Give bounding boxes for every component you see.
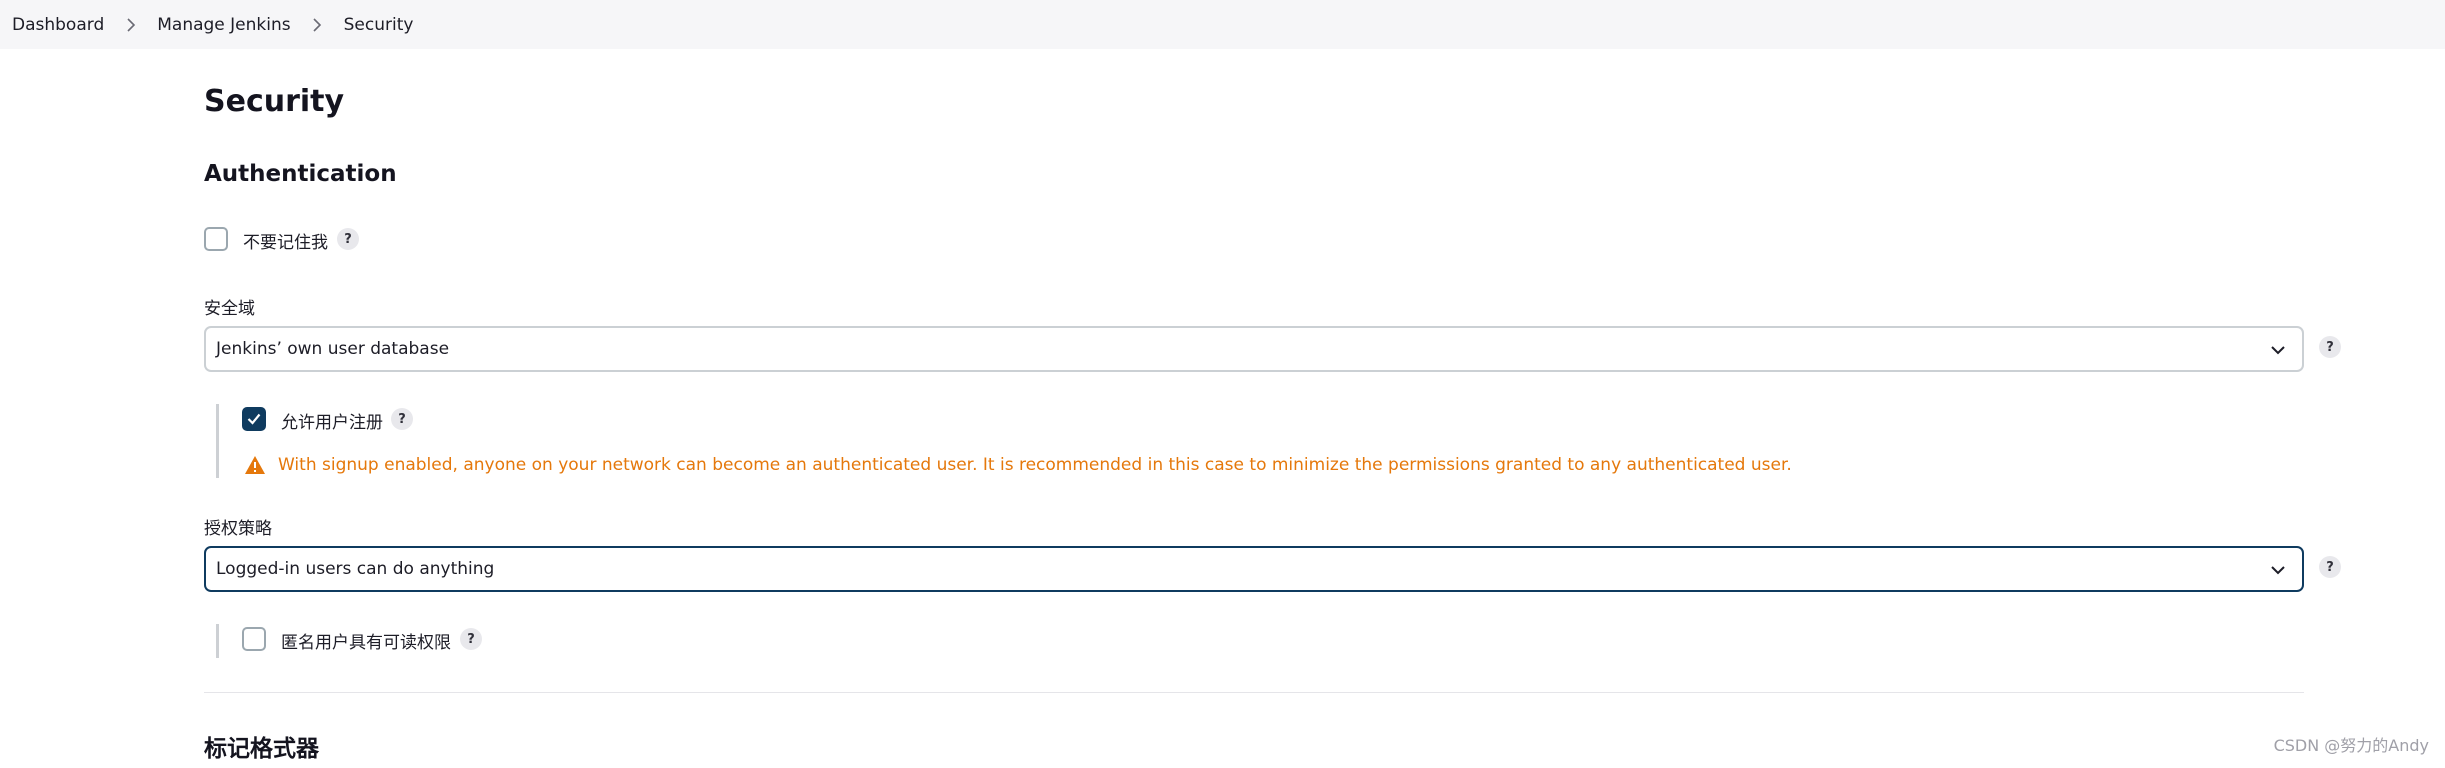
section-divider xyxy=(204,692,2304,693)
page-title: Security xyxy=(204,84,345,119)
breadcrumb: Dashboard Manage Jenkins Security xyxy=(0,0,2445,49)
breadcrumb-manage-jenkins[interactable]: Manage Jenkins xyxy=(157,15,290,35)
help-icon[interactable]: ? xyxy=(460,628,482,650)
help-icon[interactable]: ? xyxy=(337,228,359,250)
allow-signup-label[interactable]: 允许用户注册 xyxy=(281,408,383,433)
chevron-down-icon xyxy=(2271,346,2285,355)
dont-remember-me-label[interactable]: 不要记住我 xyxy=(243,228,328,253)
breadcrumb-security[interactable]: Security xyxy=(344,15,414,35)
authorization-strategy-label: 授权策略 xyxy=(204,519,272,539)
signup-warning-text: With signup enabled, anyone on your netw… xyxy=(278,455,1792,475)
warning-icon xyxy=(245,456,265,474)
anonymous-read-checkbox[interactable] xyxy=(242,627,266,651)
authorization-strategy-value: Logged-in users can do anything xyxy=(216,559,495,579)
security-realm-value: Jenkins’ own user database xyxy=(216,339,450,359)
anonymous-read-label[interactable]: 匿名用户具有可读权限 xyxy=(281,628,451,653)
markup-formatter-heading: 标记格式器 xyxy=(204,736,319,762)
allow-signup-checkbox[interactable] xyxy=(242,407,266,431)
chevron-right-icon xyxy=(122,16,139,33)
authentication-heading: Authentication xyxy=(204,161,397,187)
breadcrumb-dashboard[interactable]: Dashboard xyxy=(12,15,104,35)
security-realm-label: 安全域 xyxy=(204,299,255,319)
check-icon xyxy=(247,413,261,425)
chevron-right-icon xyxy=(309,16,326,33)
nested-section-bar xyxy=(216,624,219,658)
nested-section-bar xyxy=(216,404,219,478)
help-icon[interactable]: ? xyxy=(391,408,413,430)
help-icon[interactable]: ? xyxy=(2319,556,2341,578)
chevron-down-icon xyxy=(2271,566,2285,575)
authorization-strategy-select[interactable]: Logged-in users can do anything xyxy=(204,546,2304,592)
security-realm-select[interactable]: Jenkins’ own user database xyxy=(204,326,2304,372)
signup-warning: With signup enabled, anyone on your netw… xyxy=(244,455,1792,475)
dont-remember-me-checkbox[interactable] xyxy=(204,227,228,251)
help-icon[interactable]: ? xyxy=(2319,336,2341,358)
watermark: CSDN @努力的Andy xyxy=(2273,736,2429,755)
